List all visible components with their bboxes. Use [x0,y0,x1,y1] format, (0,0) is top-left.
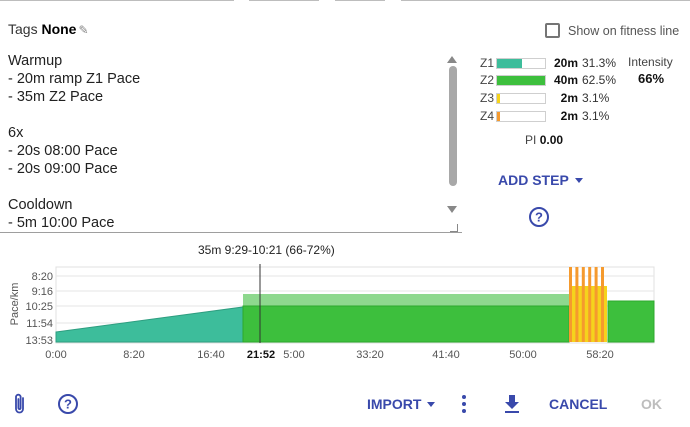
scrollbar-thumb[interactable] [449,66,457,186]
zone-time: 40m [553,73,578,87]
zone-row-z2: Z2 40m 62.5% [480,72,616,88]
import-button[interactable]: IMPORT [367,396,436,412]
x-tick-label: 0:00 [45,349,66,361]
zone-row-z4: Z4 2m 3.1% [480,108,609,124]
ok-button[interactable]: OK [641,396,662,412]
tags-value: None [41,21,77,37]
pi-readout: PI 0.00 [525,133,563,147]
y-tick-label: 10:25 [25,301,53,313]
scroll-up-arrow-icon[interactable] [447,56,457,63]
x-tick-label: 33:20 [356,349,384,361]
y-tick-labels: 8:20 9:16 10:25 11:54 13:53 [25,271,53,347]
editor-underline [0,232,462,233]
interval-fast-bar [588,267,592,342]
tags-label: Tags [8,21,38,37]
zone-bar-fill [497,111,500,121]
zone-name: Z3 [480,91,495,105]
checkbox-icon[interactable] [545,23,560,38]
steady-z2-area [242,305,570,343]
zone-bar [496,110,546,122]
import-label: IMPORT [367,396,422,412]
z2-range-band [243,294,569,306]
cancel-button[interactable]: CANCEL [549,396,607,412]
svg-text:?: ? [535,210,543,225]
interval-fast-bar [601,267,604,342]
interval-fast-bar [569,267,572,342]
zone-bar-fill [497,93,500,103]
svg-text:?: ? [64,397,72,412]
show-on-fitness-line-checkbox[interactable]: Show on fitness line [545,23,679,38]
cancel-label: CANCEL [549,396,608,412]
workout-chart[interactable]: Pace/km 8:20 9:16 10:25 11:54 13:53 0:00 8:20… [0,258,690,368]
pi-value: 0.00 [539,133,564,147]
zone-bar [496,74,546,86]
y-tick-label: 13:53 [25,335,53,347]
x-tick-label: 58:20 [586,349,614,361]
zone-row-z3: Z3 2m 3.1% [480,90,609,106]
x-tick-label: 8:20 [123,349,144,361]
intensity-value: 66% [638,71,665,86]
x-tick-labels: 0:00 8:20 16:40 21:52 5:00 33:20 41:40 50:00 58:… [45,349,613,361]
chart-hover-title: 35m 9:29-10:21 (66-72%) [198,243,335,257]
pi-label: PI [525,133,537,147]
y-tick-label: 8:20 [32,271,53,283]
x-tick-label: 5:00 [283,349,304,361]
download-icon[interactable] [503,394,521,414]
y-tick-label: 11:54 [26,318,53,330]
help-bottom-icon[interactable]: ? [57,393,79,415]
zone-row-z1: Z1 20m 31.3% [480,55,616,71]
x-tick-label: 50:00 [509,349,537,361]
zone-bar [496,57,546,69]
zone-name: Z4 [480,109,495,123]
x-tick-label: 16:40 [197,349,225,361]
fitness-line-label: Show on fitness line [568,23,680,38]
cooldown-area [607,300,655,343]
interval-fast-bar [581,267,585,342]
x-tick-label: 41:40 [432,349,460,361]
pencil-icon[interactable]: ✎ [78,23,88,37]
scroll-down-arrow-icon[interactable] [447,206,457,213]
y-tick-label: 9:16 [32,286,53,298]
zone-time: 2m [560,91,578,105]
zone-time: 2m [560,109,578,123]
tags-row[interactable]: Tags None ✎ [8,21,89,37]
more-vert-icon[interactable] [458,394,470,414]
zone-percent: 3.1% [582,91,610,105]
resize-handle-icon[interactable] [450,224,458,232]
zone-bar-fill [497,58,522,68]
y-axis-label: Pace/km [9,283,21,326]
help-icon[interactable]: ? [528,206,550,228]
zone-percent: 3.1% [582,109,610,123]
ok-label: OK [641,396,662,412]
attachment-icon[interactable] [12,392,28,416]
zone-name: Z1 [480,56,495,70]
x-tick-label-highlight: 21:52 [247,349,275,361]
zone-percent: 62.5% [582,73,617,87]
import-caret-icon [427,401,436,407]
add-step-label: ADD STEP [498,172,569,188]
zone-time: 20m [553,56,578,70]
workout-text-editor[interactable]: Warmup - 20m ramp Z1 Pace - 35m Z2 Pace … [8,52,448,232]
dropdown-caret-icon [574,177,583,183]
intensity-label: Intensity [628,55,673,69]
zone-percent: 31.3% [582,56,617,70]
zone-bar [496,92,546,104]
interval-fast-bar [575,267,579,342]
zone-bar-fill [497,75,545,85]
zone-name: Z2 [480,73,495,87]
add-step-button[interactable]: ADD STEP [498,172,583,188]
interval-fast-bar [594,267,598,342]
